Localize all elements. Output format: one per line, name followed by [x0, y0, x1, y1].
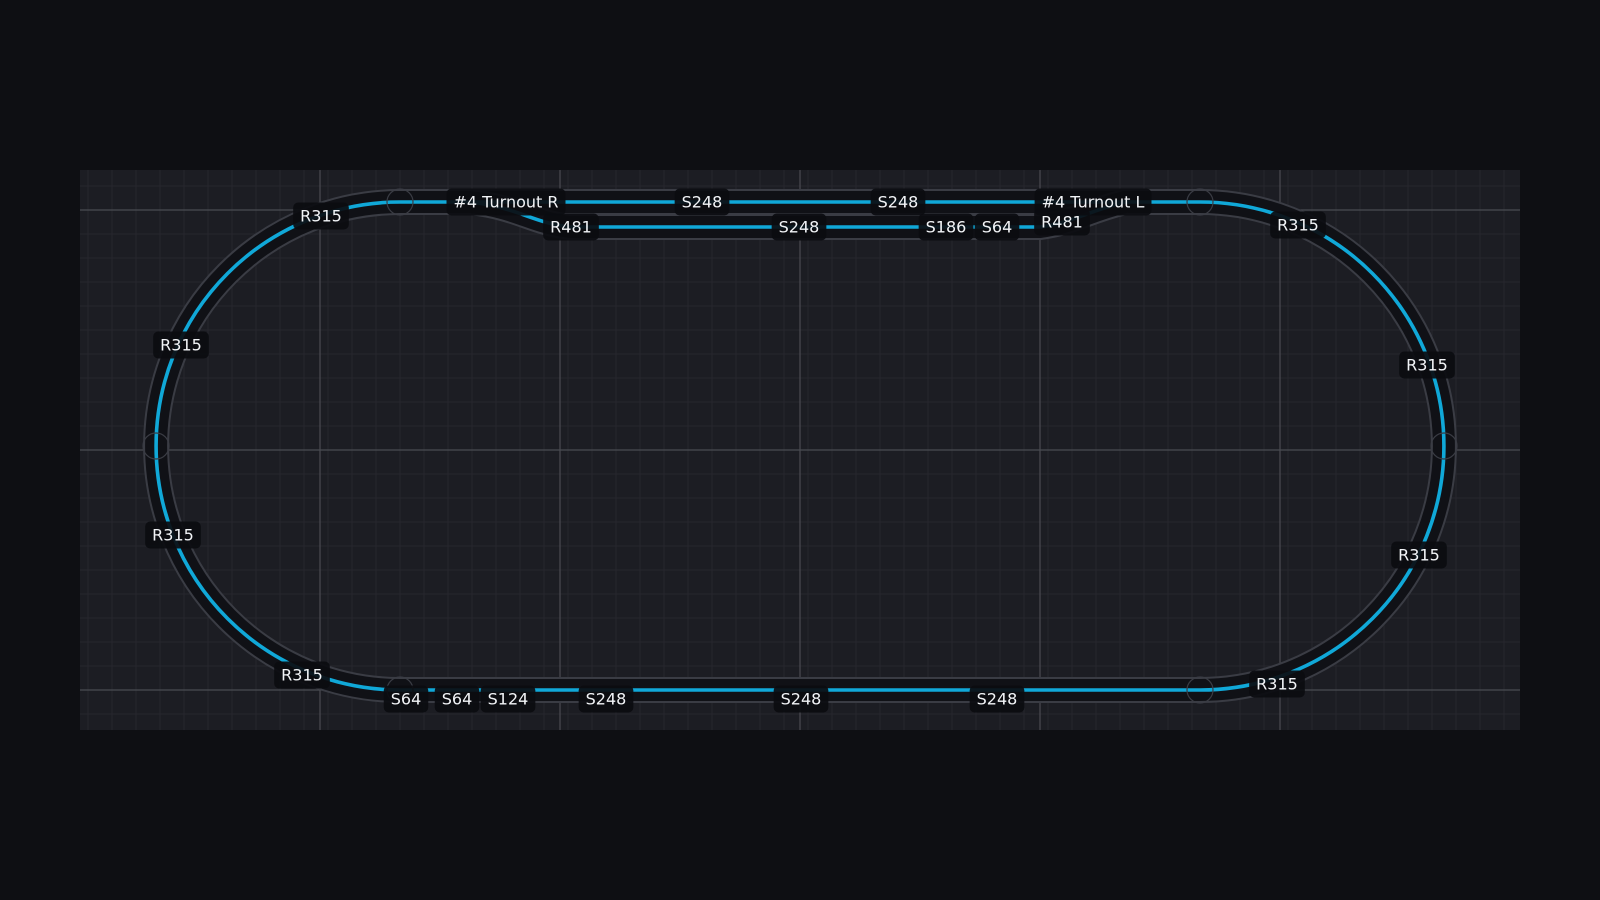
- track-piece-label-text: S124: [488, 690, 529, 709]
- track-layout-canvas: R315 R315 R315 R315 R315 R315 R315 R315 #4 Turno…: [0, 0, 1600, 900]
- track-piece-label-text: R315: [281, 666, 323, 685]
- track-piece-label-text: R315: [1406, 356, 1448, 375]
- track-piece-label[interactable]: R315: [274, 661, 330, 689]
- track-piece-label[interactable]: R481: [543, 213, 599, 241]
- track-piece-label[interactable]: S248: [773, 685, 829, 713]
- track-piece-label-text: S64: [391, 690, 422, 709]
- track-piece-label[interactable]: R315: [1399, 351, 1455, 379]
- track-piece-label[interactable]: R315: [153, 331, 209, 359]
- track-piece-label[interactable]: R315: [1391, 541, 1447, 569]
- track-piece-label-text: R481: [550, 218, 592, 237]
- track-piece-label[interactable]: S248: [578, 685, 634, 713]
- track-piece-label-text: S248: [878, 193, 919, 212]
- track-piece-label-text: S248: [682, 193, 723, 212]
- track-piece-label[interactable]: S64: [974, 213, 1020, 241]
- track-piece-label-text: R315: [300, 207, 342, 226]
- track-piece-label-text: S248: [977, 690, 1018, 709]
- track-piece-label[interactable]: R315: [1249, 670, 1305, 698]
- track-piece-label-text: R315: [1256, 675, 1298, 694]
- track-piece-label-text: S248: [781, 690, 822, 709]
- track-piece-label-text: S248: [779, 218, 820, 237]
- grid-board: [80, 170, 1520, 730]
- track-piece-label[interactable]: R315: [293, 202, 349, 230]
- track-piece-label[interactable]: S64: [383, 685, 429, 713]
- track-piece-label-text: S64: [442, 690, 473, 709]
- track-piece-label[interactable]: R315: [1270, 211, 1326, 239]
- track-piece-label[interactable]: R481: [1034, 208, 1090, 236]
- track-piece-label-text: #4 Turnout R: [454, 193, 559, 212]
- track-piece-label-text: S248: [586, 690, 627, 709]
- track-piece-label-text: R315: [1398, 546, 1440, 565]
- track-piece-label-text: R481: [1041, 213, 1083, 232]
- track-piece-label[interactable]: S248: [674, 188, 730, 216]
- track-piece-label[interactable]: S64: [434, 685, 480, 713]
- track-piece-label[interactable]: S248: [870, 188, 926, 216]
- track-piece-label-text: R315: [1277, 216, 1319, 235]
- track-piece-label[interactable]: S186: [918, 213, 974, 241]
- track-piece-label[interactable]: S248: [969, 685, 1025, 713]
- track-piece-label-text: R315: [152, 526, 194, 545]
- track-piece-label[interactable]: S248: [771, 213, 827, 241]
- track-piece-label-text: R315: [160, 336, 202, 355]
- track-piece-label-text: S186: [926, 218, 967, 237]
- track-piece-label-text: S64: [982, 218, 1013, 237]
- track-piece-label[interactable]: R315: [145, 521, 201, 549]
- track-piece-label[interactable]: #4 Turnout R: [446, 188, 566, 216]
- track-piece-label[interactable]: S124: [480, 685, 536, 713]
